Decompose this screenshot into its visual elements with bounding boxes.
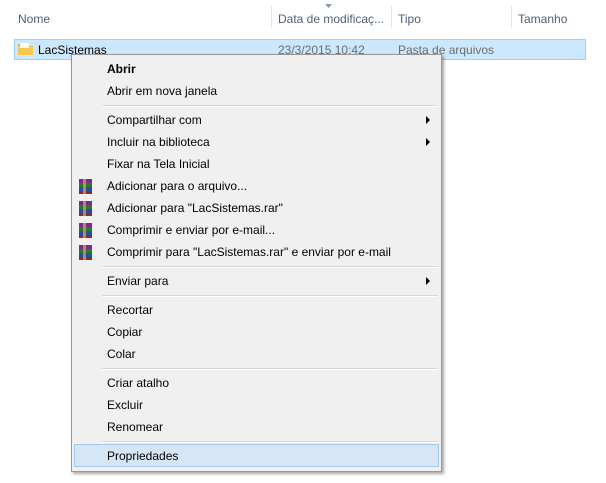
column-header: Nome Data de modificaç... Tipo Tamanho [0,0,606,34]
menu-item-pin-start[interactable]: Fixar na Tela Inicial [107,157,210,171]
menu-item-share-with[interactable]: Compartilhar com [107,113,202,127]
winrar-icon [79,179,92,194]
menu-separator [102,295,438,297]
winrar-icon [79,245,92,260]
column-type[interactable]: Tipo [398,12,421,26]
menu-separator [102,105,438,107]
menu-item-include-library[interactable]: Incluir na biblioteca [107,135,210,149]
winrar-icon [79,223,92,238]
menu-item-compress-rar-email[interactable]: Comprimir para "LacSistemas.rar" e envia… [107,245,391,259]
menu-item-copy[interactable]: Copiar [107,325,142,339]
menu-item-cut[interactable]: Recortar [107,303,153,317]
menu-item-add-rar[interactable]: Adicionar para "LacSistemas.rar" [107,201,283,215]
submenu-arrow-icon [426,116,430,124]
column-date[interactable]: Data de modificaç... [278,12,384,26]
menu-item-paste[interactable]: Colar [107,347,136,361]
menu-separator [102,266,438,268]
menu-separator [102,441,438,443]
submenu-arrow-icon [426,277,430,285]
menu-item-compress-email[interactable]: Comprimir e enviar por e-mail... [107,223,275,237]
menu-item-open-new-window[interactable]: Abrir em nova janela [107,84,217,98]
menu-item-add-archive[interactable]: Adicionar para o arquivo... [107,179,247,193]
menu-item-properties[interactable]: Propriedades [107,449,178,463]
column-size[interactable]: Tamanho [518,12,567,26]
menu-item-send-to[interactable]: Enviar para [107,274,168,288]
folder-icon [18,43,33,55]
winrar-icon [79,201,92,216]
menu-separator [102,368,438,370]
column-divider[interactable] [271,6,272,28]
column-divider[interactable] [511,6,512,28]
column-name[interactable]: Nome [18,12,50,26]
submenu-arrow-icon [426,138,430,146]
menu-item-delete[interactable]: Excluir [107,398,143,412]
menu-item-rename[interactable]: Renomear [107,420,163,434]
column-divider[interactable] [391,6,392,28]
menu-item-create-shortcut[interactable]: Criar atalho [107,376,169,390]
sort-arrow-icon [325,4,332,8]
menu-item-open[interactable]: Abrir [107,62,136,76]
